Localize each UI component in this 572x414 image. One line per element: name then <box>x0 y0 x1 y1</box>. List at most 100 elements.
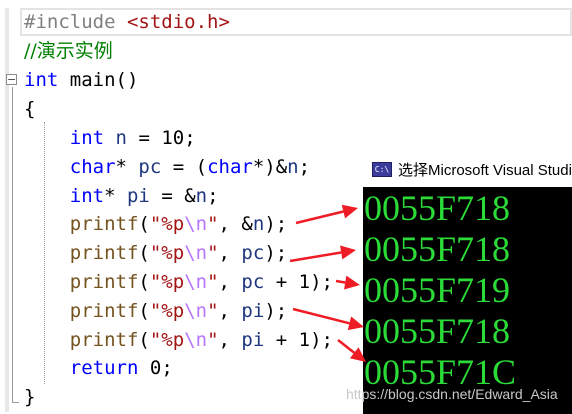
code-token: ; <box>184 127 196 149</box>
code-token: * <box>104 185 127 207</box>
code-line[interactable]: int main() <box>24 66 138 95</box>
code-token: pi <box>241 300 265 322</box>
code-token: \n <box>184 213 208 235</box>
code-token: ( <box>138 242 150 264</box>
code-token: return <box>69 357 139 379</box>
code-token: ); <box>264 300 288 322</box>
code-token: , <box>218 242 242 264</box>
code-line[interactable]: } <box>24 383 35 412</box>
code-token: { <box>24 98 36 120</box>
code-token: "%p <box>149 271 185 293</box>
code-token: \n <box>184 300 208 322</box>
code-token: ( <box>138 213 150 235</box>
code-line[interactable]: printf("%p\n", pi + 1); <box>24 326 333 355</box>
code-token: = <box>127 127 162 149</box>
console-title: 选择Microsoft Visual Studio 调试控制台 <box>398 162 572 179</box>
code-token: char <box>69 156 116 178</box>
console-output-line: 0055F718 <box>364 229 511 269</box>
code-token: " <box>207 271 219 293</box>
code-token: "%p <box>149 300 185 322</box>
code-token: char <box>207 156 253 178</box>
fold-guide-end <box>12 402 19 403</box>
code-line[interactable]: printf("%p\n", pc); <box>24 239 287 268</box>
code-token: n <box>195 185 208 207</box>
code-line[interactable]: printf("%p\n", pc + 1); <box>24 268 333 297</box>
watermark: https://blog.csdn.net/Edward_Asia <box>346 386 558 402</box>
code-token: pc <box>138 156 162 178</box>
code-token: } <box>24 386 36 408</box>
code-token: ); <box>310 271 333 293</box>
debug-console-window[interactable]: C:\ 选择Microsoft Visual Studio 调试控制台 0055… <box>363 152 572 414</box>
code-token: ; <box>161 357 173 379</box>
code-token: " <box>207 329 219 351</box>
code-token: #include <box>24 11 127 33</box>
code-token: n <box>287 156 299 178</box>
code-token: pi <box>126 185 150 207</box>
code-token: = ( <box>161 156 208 178</box>
code-token: "%p <box>149 242 185 264</box>
code-token: printf <box>69 242 139 264</box>
collapse-icon[interactable]: − <box>6 74 17 85</box>
console-output-line: 0055F718 <box>364 188 511 228</box>
code-token: main() <box>58 69 139 91</box>
code-token: <stdio.h> <box>126 11 230 33</box>
code-token: ( <box>138 271 150 293</box>
code-token: printf <box>69 213 139 235</box>
code-token: int <box>24 69 59 91</box>
code-token: ); <box>264 242 288 264</box>
code-token: \n <box>184 329 208 351</box>
console-output-line: 0055F719 <box>364 270 511 310</box>
code-line[interactable]: #include <stdio.h> <box>24 8 230 37</box>
code-line[interactable]: char* pc = (char*)&n; <box>24 153 310 182</box>
code-line[interactable]: return 0; <box>24 354 173 383</box>
code-token: int <box>69 185 105 207</box>
code-token: n <box>252 213 265 235</box>
code-token: ; <box>298 156 311 178</box>
code-token: 1 <box>298 329 311 351</box>
code-token: + <box>264 271 299 293</box>
code-line[interactable]: int* pi = &n; <box>24 182 219 211</box>
code-line[interactable]: { <box>24 95 35 124</box>
code-token: printf <box>69 329 139 351</box>
code-token: 0 <box>149 357 162 379</box>
code-token: ); <box>264 213 288 235</box>
code-line[interactable]: int n = 10; <box>24 124 196 153</box>
code-token: pi <box>241 329 265 351</box>
code-token: , <box>218 329 242 351</box>
code-token: 10 <box>161 127 185 149</box>
code-token: int <box>69 127 105 149</box>
code-token: n <box>115 127 127 149</box>
code-token: = & <box>149 185 196 207</box>
code-token: "%p <box>149 213 185 235</box>
console-app-icon: C:\ <box>372 162 392 177</box>
code-line[interactable]: printf("%p\n", &n); <box>24 210 287 239</box>
code-token: 1 <box>298 271 311 293</box>
code-token: ; <box>207 185 219 207</box>
code-token: " <box>207 242 219 264</box>
code-token: "%p <box>149 329 185 351</box>
code-token: printf <box>69 300 139 322</box>
code-token: ); <box>310 329 333 351</box>
fold-guide-line <box>12 87 13 402</box>
code-token: *)& <box>252 156 288 178</box>
code-token: \n <box>184 271 208 293</box>
code-line[interactable]: //演示实例 <box>24 37 113 66</box>
change-margin <box>5 8 9 412</box>
code-token: , <box>218 300 242 322</box>
code-token: , & <box>218 213 253 235</box>
code-token: \n <box>184 242 208 264</box>
console-title-bar[interactable]: C:\ 选择Microsoft Visual Studio 调试控制台 <box>363 152 572 187</box>
code-line[interactable]: printf("%p\n", pi); <box>24 297 287 326</box>
code-token: pc <box>241 242 265 264</box>
code-token: " <box>207 213 219 235</box>
